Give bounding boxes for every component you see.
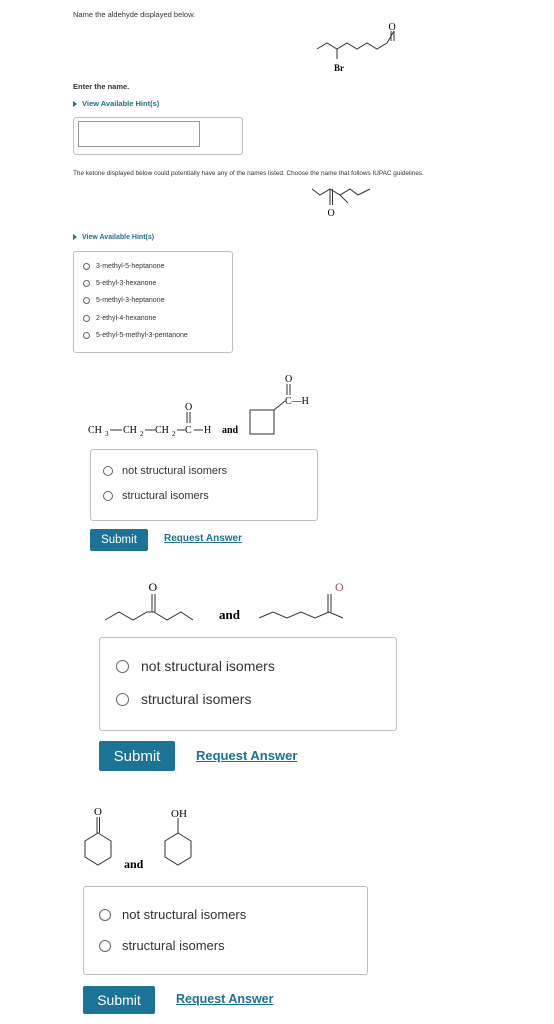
radio-icon[interactable] [83, 297, 90, 304]
q3-formula-h: H [204, 425, 211, 436]
radio-icon[interactable] [116, 692, 129, 706]
q5-option-label: not structural isomers [122, 907, 247, 922]
radio-icon[interactable] [83, 263, 90, 270]
q2-hint-label: View Available Hint(s) [82, 234, 155, 241]
q2-option-label: 5-ethyl-3-hexanone [96, 280, 157, 287]
q4-submit-button[interactable]: Submit [99, 741, 175, 771]
q5-and-label: and [124, 857, 144, 871]
radio-icon[interactable] [116, 659, 129, 673]
q2-hint-link[interactable]: View Available Hint(s) [73, 234, 154, 241]
q4-option-label: not structural isomers [141, 658, 275, 674]
q2-option-3[interactable]: 5-methyl-3-heptanone [83, 297, 165, 304]
q3-option-label: not structural isomers [122, 465, 228, 477]
q3-formula-o: O [185, 402, 192, 413]
radio-icon[interactable] [103, 491, 113, 501]
q5-structures: O and OH [84, 806, 192, 871]
q4-options-box [99, 637, 397, 731]
q5-request-answer-link[interactable]: Request Answer [176, 992, 273, 1006]
q3-ring-o-label: O [285, 374, 292, 385]
caret-right-icon [73, 234, 77, 241]
q1-oxygen-label: O [389, 22, 396, 33]
q1-aldehyde-structure: O Br [316, 22, 396, 73]
q2-option-label: 2-ethyl-4-hexanone [96, 315, 157, 322]
q5-option-not-isomers[interactable]: not structural isomers [99, 907, 246, 922]
q3-and-label: and [222, 425, 239, 436]
q4-structures: O and O [104, 580, 344, 622]
q5-oh-label: OH [171, 808, 187, 820]
q3-formula-ch3: CH [88, 425, 102, 436]
radio-icon[interactable] [103, 466, 113, 476]
q3-subscript: 2 [172, 430, 176, 438]
q3-formula-ch2: CH [123, 425, 137, 436]
q2-option-4[interactable]: 2-ethyl-4-hexanone [83, 315, 156, 322]
caret-right-icon [73, 101, 77, 108]
q2-option-5[interactable]: 5-ethyl-5-methyl-3-pentanone [83, 332, 188, 339]
q2-option-label: 3-methyl-5-heptanone [96, 263, 165, 270]
q2-option-label: 5-methyl-3-heptanone [96, 297, 165, 304]
q3-option-not-isomers[interactable]: not structural isomers [103, 465, 227, 477]
q3-option-label: structural isomers [122, 490, 209, 502]
q2-ketone-structure: O [311, 188, 371, 219]
q3-subscript: 3 [105, 430, 109, 438]
q5-oxygen-label: O [94, 806, 102, 818]
q3-structures: CH 3 CH 2 CH 2 C O H and C—H O [88, 374, 309, 438]
q4-request-answer-link[interactable]: Request Answer [196, 748, 297, 763]
q3-submit-button[interactable]: Submit [90, 529, 148, 551]
q4-option-label: structural isomers [141, 691, 252, 707]
q5-submit-button[interactable]: Submit [83, 986, 155, 1014]
q4-and-label: and [219, 607, 241, 622]
q1-prompt: Name the aldehyde displayed below. [73, 10, 196, 19]
radio-icon[interactable] [83, 315, 90, 322]
q5-option-label: structural isomers [122, 938, 225, 953]
q1-enter-label: Enter the name. [73, 82, 130, 91]
q4-oxygen-right: O [335, 580, 344, 594]
q3-request-answer-link[interactable]: Request Answer [164, 533, 242, 544]
q3-formula-c: C [185, 425, 192, 436]
q4-option-not-isomers[interactable]: not structural isomers [116, 658, 275, 674]
q2-oxygen-label: O [328, 208, 335, 219]
q1-name-input[interactable] [78, 121, 200, 147]
q3-formula-ch2: CH [155, 425, 169, 436]
q5-option-isomers[interactable]: structural isomers [99, 938, 225, 953]
radio-icon[interactable] [99, 908, 111, 921]
q5-options-box [83, 886, 368, 975]
q3-options-box [90, 449, 318, 521]
q2-prompt: The ketone displayed below could potenti… [73, 170, 424, 177]
radio-icon[interactable] [83, 280, 90, 287]
radio-icon[interactable] [99, 939, 111, 952]
q2-option-1[interactable]: 3-methyl-5-heptanone [83, 263, 165, 270]
q4-option-isomers[interactable]: structural isomers [116, 691, 251, 707]
q4-oxygen-left: O [149, 580, 158, 594]
q1-hint-label: View Available Hint(s) [82, 99, 160, 108]
q2-option-2[interactable]: 5-ethyl-3-hexanone [83, 280, 156, 287]
q3-subscript: 2 [140, 430, 144, 438]
q3-ch-label: C—H [285, 396, 309, 407]
q2-option-label: 5-ethyl-5-methyl-3-pentanone [96, 332, 188, 339]
q1-bromine-label: Br [334, 63, 344, 73]
q1-hint-link[interactable]: View Available Hint(s) [73, 99, 159, 108]
q3-option-isomers[interactable]: structural isomers [103, 490, 209, 502]
radio-icon[interactable] [83, 332, 90, 339]
